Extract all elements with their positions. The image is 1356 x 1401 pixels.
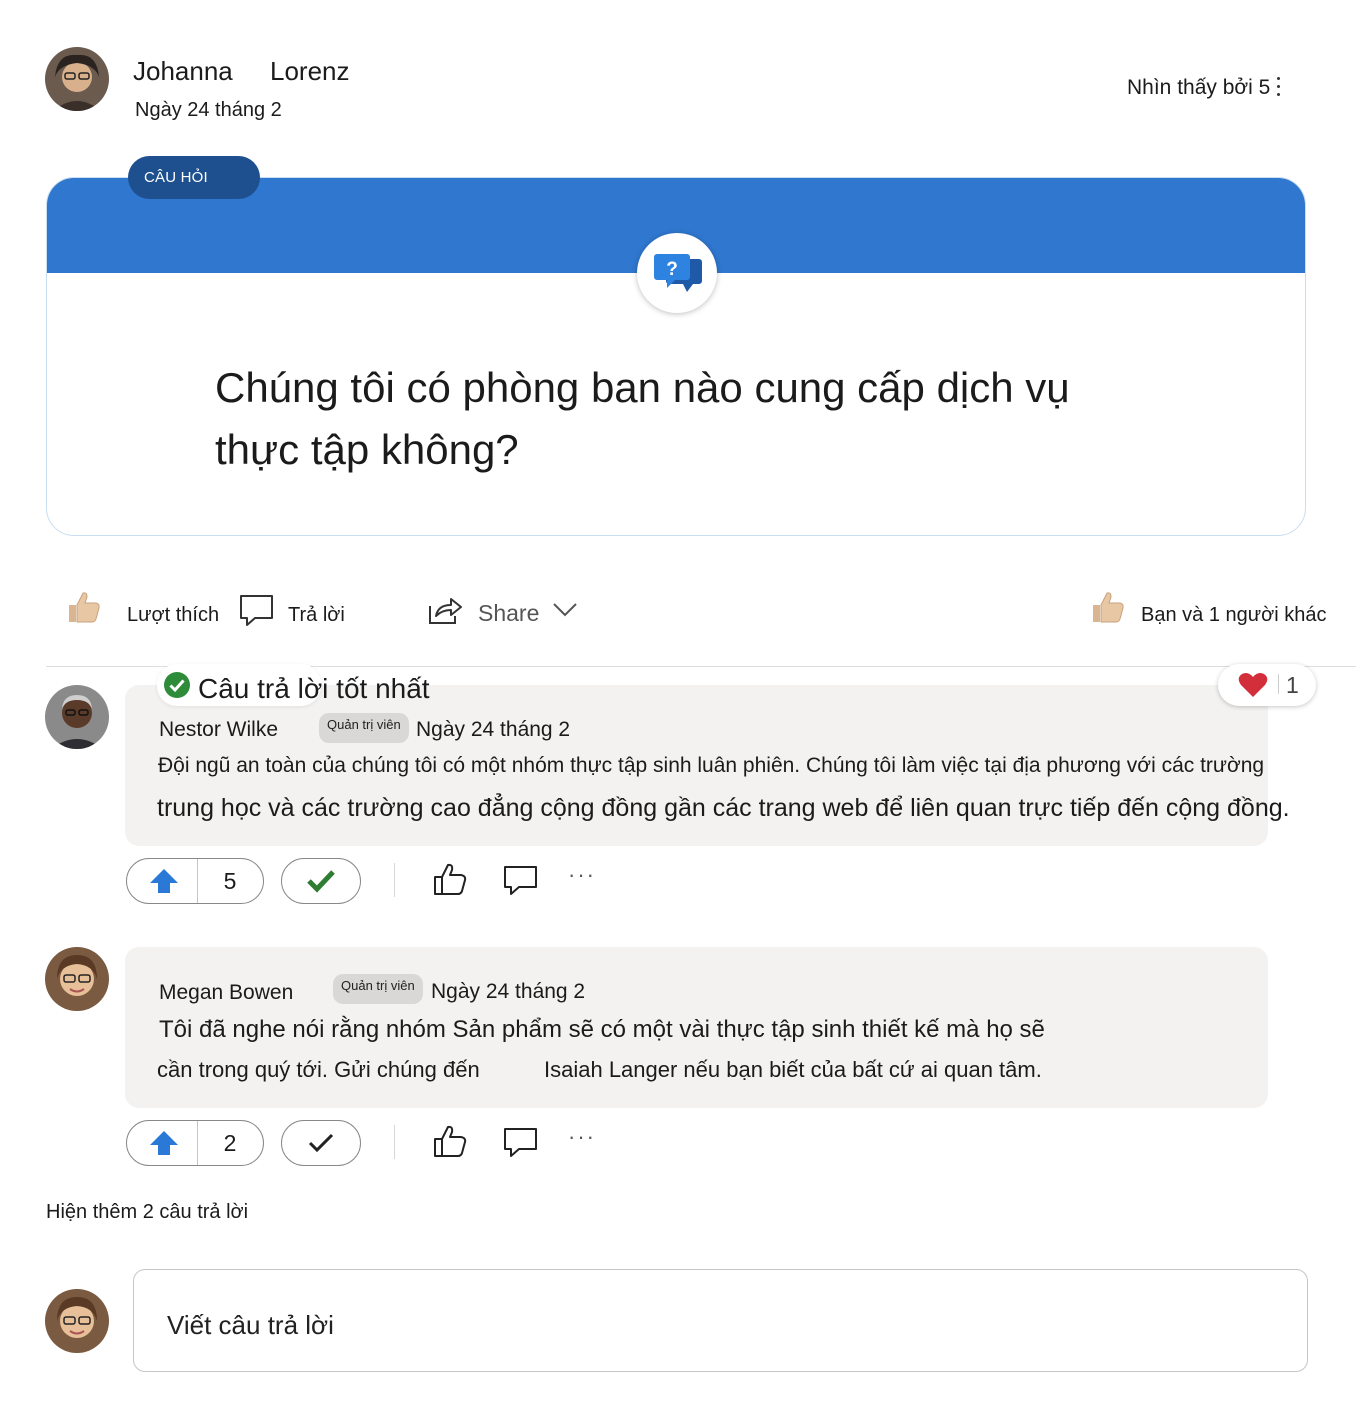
reply-text-line2: trung học và các trường cao đẳng cộng đồ… <box>157 794 1290 822</box>
upvote-control[interactable]: 2 <box>126 1120 264 1166</box>
svg-text:?: ? <box>666 259 678 280</box>
post-date: Ngày 24 tháng 2 <box>135 99 282 121</box>
author-last-name[interactable]: Lorenz <box>270 56 350 87</box>
heart-pill-divider <box>1278 674 1279 694</box>
reactions-summary[interactable]: Bạn và 1 người khác <box>1141 604 1327 627</box>
write-answer-placeholder: Viết câu trả lời <box>167 1310 334 1340</box>
like-outline-icon[interactable] <box>432 862 468 901</box>
reply-button[interactable]: Trả lời <box>288 604 345 627</box>
check-circle-icon <box>163 671 191 704</box>
best-answer-label: Câu trả lời tốt nhất <box>198 673 430 704</box>
like-outline-icon[interactable] <box>432 1124 468 1163</box>
author-avatar[interactable] <box>45 47 109 111</box>
reply-text-line2b: Isaiah Langer nếu bạn biết của bất cứ ai… <box>544 1057 1042 1082</box>
heart-count: 1 <box>1286 672 1299 698</box>
more-options-icon[interactable] <box>1272 72 1284 106</box>
more-actions-button[interactable]: ··· <box>568 862 596 888</box>
heart-icon <box>1238 673 1268 697</box>
role-badge: Quản trị viên <box>333 974 423 1004</box>
current-user-avatar <box>45 1289 109 1353</box>
write-answer-input[interactable]: Viết câu trả lời <box>133 1269 1308 1372</box>
share-chevron-down-icon[interactable] <box>552 602 578 623</box>
comment-outline-icon[interactable] <box>503 865 539 902</box>
checkmark-outline-icon <box>308 1133 334 1153</box>
reply-author[interactable]: Nestor Wilke <box>159 718 278 742</box>
reply-text-line2a: cần trong quý tới. Gửi chúng đến <box>157 1057 480 1082</box>
megan-avatar[interactable] <box>45 947 109 1011</box>
reactions-thumb-icon <box>1090 589 1126 630</box>
seen-by-count[interactable]: Nhìn thấy bởi 5 <box>1127 76 1270 100</box>
reply-author[interactable]: Megan Bowen <box>159 981 293 1005</box>
role-badge: Quản trị viên <box>319 713 409 743</box>
like-thumb-icon[interactable] <box>66 589 102 630</box>
upvote-count: 2 <box>223 1130 237 1156</box>
heart-reaction-pill[interactable]: 1 <box>1218 664 1316 706</box>
action-separator <box>394 1125 395 1159</box>
like-button[interactable]: Lượt thích <box>127 604 219 627</box>
upvote-control[interactable]: 5 <box>126 858 264 904</box>
upvote-count: 5 <box>223 868 237 894</box>
question-text: Chúng tôi có phòng ban nào cung cấp dịch… <box>215 364 1070 473</box>
comment-outline-icon[interactable] <box>503 1127 539 1164</box>
show-more-replies-link[interactable]: Hiện thêm 2 câu trả lời <box>46 1201 248 1224</box>
reply-date: Ngày 24 tháng 2 <box>416 718 571 741</box>
share-button[interactable]: Share <box>478 600 539 627</box>
question-bubble-icon: ? <box>654 254 702 292</box>
reply-text-line1: Tôi đã nghe nói rằng nhóm Sản phẩm sẽ có… <box>159 1016 1045 1043</box>
more-actions-button[interactable]: ··· <box>568 1124 596 1150</box>
upvote-arrow-icon[interactable] <box>149 1130 179 1156</box>
question-icon-circle: ? <box>637 233 717 313</box>
nestor-avatar[interactable] <box>45 685 109 749</box>
share-icon[interactable] <box>427 594 463 631</box>
checkmark-icon <box>307 870 335 893</box>
author-first-name[interactable]: Johanna <box>133 56 233 87</box>
reply-comment-icon[interactable] <box>239 594 275 633</box>
mark-best-answer-button[interactable] <box>281 1120 361 1166</box>
upvote-arrow-icon[interactable] <box>149 868 179 894</box>
reply-text-line1: Đội ngũ an toàn của chúng tôi có một nhó… <box>158 754 1265 777</box>
action-separator <box>394 863 395 897</box>
question-tag: CÂU HỎI <box>128 156 260 199</box>
reply-date: Ngày 24 tháng 2 <box>431 980 586 1003</box>
mark-best-answer-button[interactable] <box>281 858 361 904</box>
